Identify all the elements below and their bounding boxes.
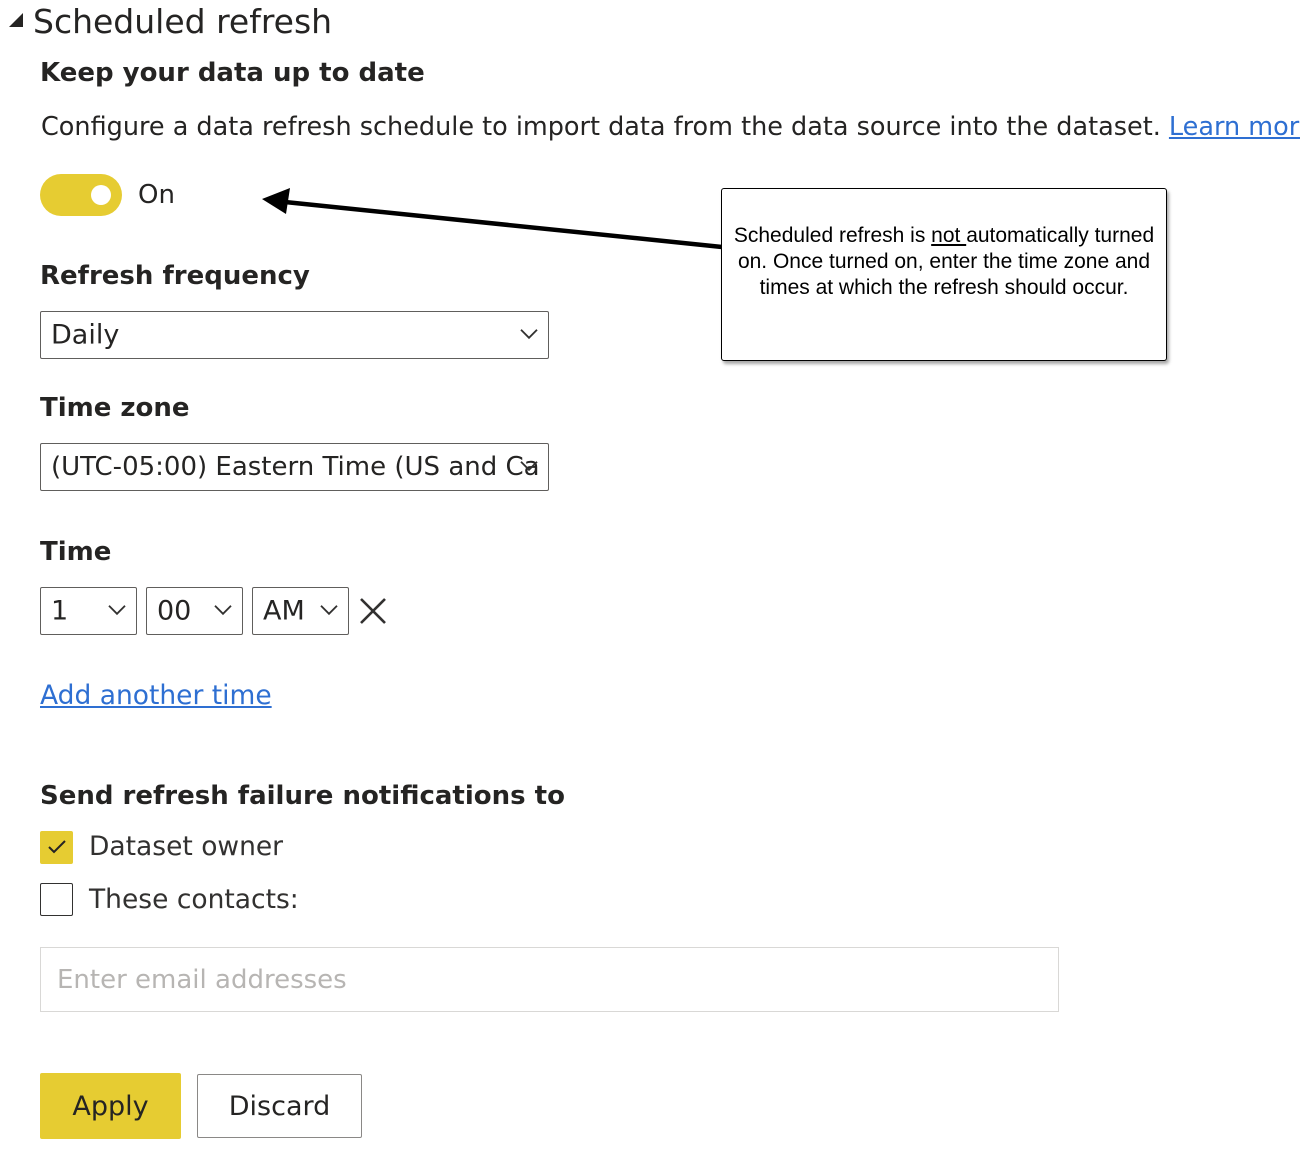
notifications-heading: Send refresh failure notifications to [40, 781, 565, 811]
chevron-down-icon [214, 605, 232, 616]
email-addresses-input[interactable] [40, 947, 1059, 1012]
section-title[interactable]: Scheduled refresh [33, 2, 332, 41]
toggle-state-label: On [138, 180, 175, 210]
apply-button[interactable]: Apply [40, 1073, 181, 1139]
minute-dropdown[interactable]: 00 [146, 587, 243, 635]
discard-button[interactable]: Discard [197, 1074, 362, 1138]
minute-value: 00 [157, 595, 192, 627]
refresh-frequency-dropdown[interactable]: Daily [40, 311, 549, 359]
remove-time-close-icon[interactable] [358, 596, 388, 626]
callout-text-underlined: not [931, 224, 967, 247]
time-zone-dropdown[interactable]: (UTC-05:00) Eastern Time (US and Ca [40, 443, 549, 491]
intro-description-text: Configure a data refresh schedule to imp… [41, 112, 1161, 142]
dataset-owner-label: Dataset owner [89, 831, 284, 862]
time-zone-value: (UTC-05:00) Eastern Time (US and Ca [51, 452, 540, 482]
intro-heading: Keep your data up to date [40, 58, 425, 88]
scheduled-refresh-toggle[interactable] [40, 174, 122, 216]
chevron-down-icon [520, 461, 538, 472]
callout-text-1: Scheduled refresh is [733, 224, 932, 247]
am-pm-dropdown[interactable]: AM [252, 587, 349, 635]
refresh-frequency-label: Refresh frequency [40, 261, 310, 291]
am-pm-value: AM [263, 595, 305, 627]
time-label: Time [40, 537, 112, 567]
refresh-frequency-value: Daily [51, 319, 120, 351]
chevron-down-icon [520, 329, 538, 340]
dataset-owner-checkbox[interactable] [40, 831, 73, 864]
these-contacts-label: These contacts: [89, 884, 299, 915]
chevron-down-icon [108, 605, 126, 616]
these-contacts-checkbox[interactable] [40, 883, 73, 916]
time-zone-label: Time zone [40, 393, 190, 423]
add-another-time-link[interactable]: Add another time [40, 680, 272, 711]
annotation-callout: Scheduled refresh is not automatically t… [721, 188, 1167, 361]
toggle-knob [91, 185, 111, 205]
hour-dropdown[interactable]: 1 [40, 587, 137, 635]
hour-value: 1 [51, 595, 69, 627]
learn-more-link[interactable]: Learn more [1169, 112, 1300, 142]
checkmark-icon [48, 840, 66, 854]
section-collapse-caret-icon[interactable] [9, 13, 23, 27]
intro-description: Configure a data refresh schedule to imp… [41, 112, 1300, 142]
chevron-down-icon [320, 605, 338, 616]
